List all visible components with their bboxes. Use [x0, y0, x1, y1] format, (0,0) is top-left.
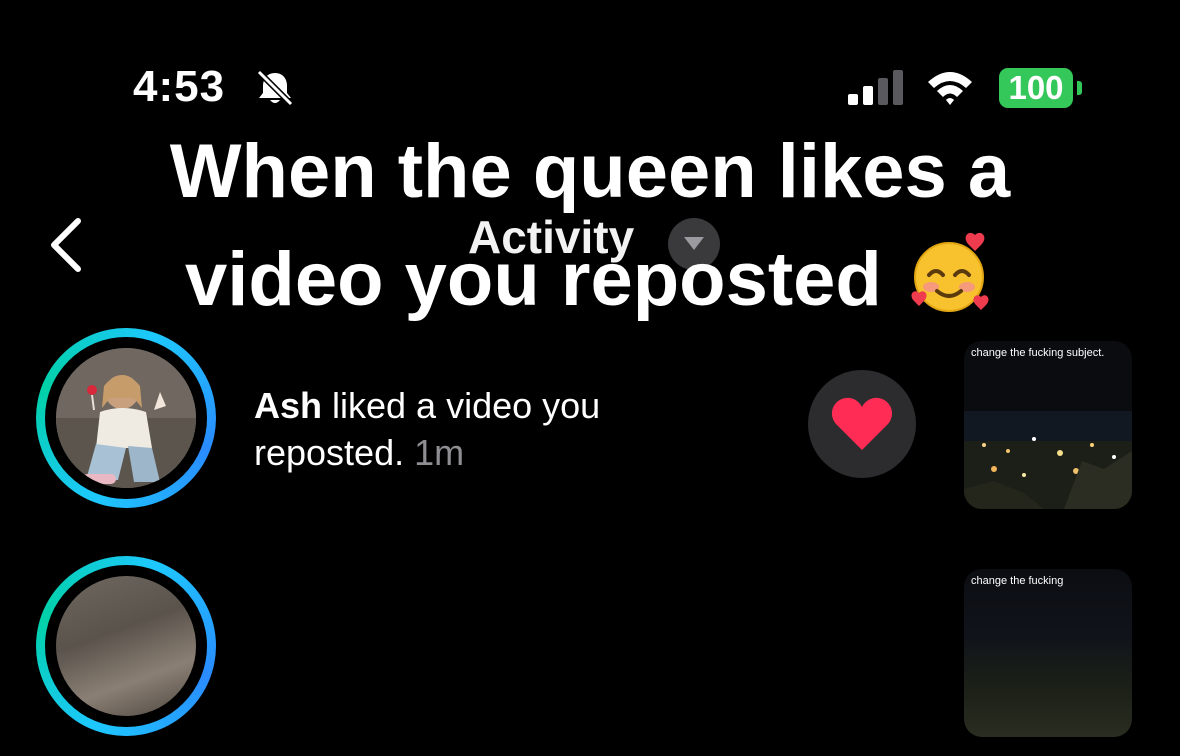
notification-text[interactable]: Ash liked a video you reposted. 1m [254, 382, 684, 476]
notification-time: 1m [414, 432, 465, 473]
avatar-photo [56, 576, 196, 716]
battery-icon: 100 [999, 68, 1085, 108]
heart-icon[interactable] [808, 370, 916, 478]
avatar-photo [56, 348, 196, 488]
overlay-caption: When the queen likes a video you reposte… [60, 118, 1120, 334]
avatar[interactable] [36, 556, 216, 736]
thumbnail-caption: change the fucking [971, 575, 1064, 587]
bell-slash-icon [256, 69, 294, 107]
status-time: 4:53 [133, 62, 226, 111]
notification-row[interactable]: change the fucking [0, 556, 1180, 756]
video-thumbnail[interactable]: change the fucking [964, 569, 1132, 737]
cellular-signal-icon [848, 70, 903, 105]
battery-level: 100 [999, 68, 1073, 108]
smiling-face-with-hearts-icon [911, 232, 989, 312]
notification-row[interactable]: Ash liked a video you reposted. 1m chang… [0, 328, 1180, 528]
notification-username[interactable]: Ash [254, 385, 322, 426]
thumbnail-caption: change the fucking subject. [971, 347, 1105, 359]
caption-text: When the queen likes a video you reposte… [169, 129, 1011, 322]
wifi-icon [928, 72, 972, 105]
avatar[interactable] [36, 328, 216, 508]
video-thumbnail[interactable]: change the fucking subject. [964, 341, 1132, 509]
